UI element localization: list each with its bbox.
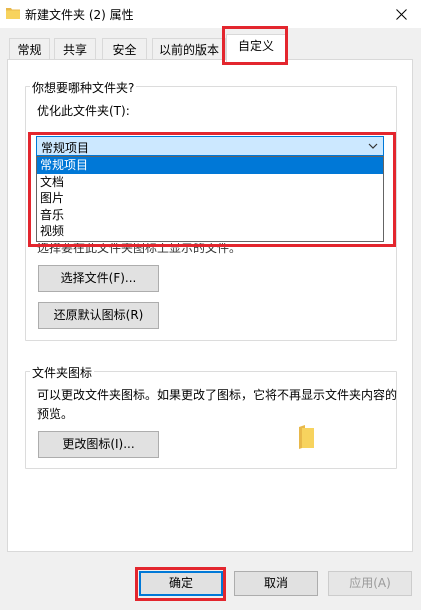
title-bar: 新建文件夹 (2) 属性 — [0, 0, 421, 28]
apply-button[interactable]: 应用(A) — [328, 571, 412, 596]
dropdown-option-pictures[interactable]: 图片 — [37, 190, 383, 207]
optimize-group-title: 你想要哪种文件夹? — [30, 79, 137, 96]
combo-value: 常规项目 — [41, 141, 90, 155]
ok-button[interactable]: 确定 — [139, 571, 223, 596]
tab-customize[interactable]: 自定义 — [226, 34, 286, 62]
folder-icon-group-title: 文件夹图标 — [30, 364, 95, 381]
choose-file-button[interactable]: 选择文件(F)... — [38, 265, 159, 292]
folder-type-dropdown-list: 常规项目 文档 图片 音乐 视频 — [36, 156, 384, 242]
dropdown-option-videos[interactable]: 视频 — [37, 223, 383, 240]
optimize-label: 优化此文件夹(T): — [37, 104, 130, 118]
close-button[interactable] — [381, 0, 421, 28]
folder-type-combobox[interactable]: 常规项目 — [36, 136, 384, 156]
tab-sharing[interactable]: 共享 — [54, 38, 96, 60]
dropdown-option-music[interactable]: 音乐 — [37, 207, 383, 224]
tab-security[interactable]: 安全 — [102, 38, 147, 60]
folder-icon — [6, 8, 20, 19]
folder-icon-description: 可以更改文件夹图标。如果更改了图标，它将不再显示文件夹内容的预览。 — [37, 388, 398, 421]
cancel-button[interactable]: 取消 — [234, 571, 318, 596]
tab-strip: 常规 共享 安全 以前的版本 自定义 — [0, 32, 421, 62]
restore-default-button[interactable]: 还原默认图标(R) — [38, 302, 159, 329]
chevron-down-icon — [368, 143, 378, 149]
tab-general[interactable]: 常规 — [9, 38, 50, 60]
change-icon-button[interactable]: 更改图标(I)... — [38, 431, 159, 458]
window-title: 新建文件夹 (2) 属性 — [25, 8, 134, 22]
dropdown-option-general[interactable]: 常规项目 — [37, 157, 383, 174]
dropdown-option-documents[interactable]: 文档 — [37, 174, 383, 191]
tab-previous-versions[interactable]: 以前的版本 — [152, 38, 226, 60]
folder-preview-icon — [299, 425, 314, 449]
close-icon — [395, 8, 407, 20]
